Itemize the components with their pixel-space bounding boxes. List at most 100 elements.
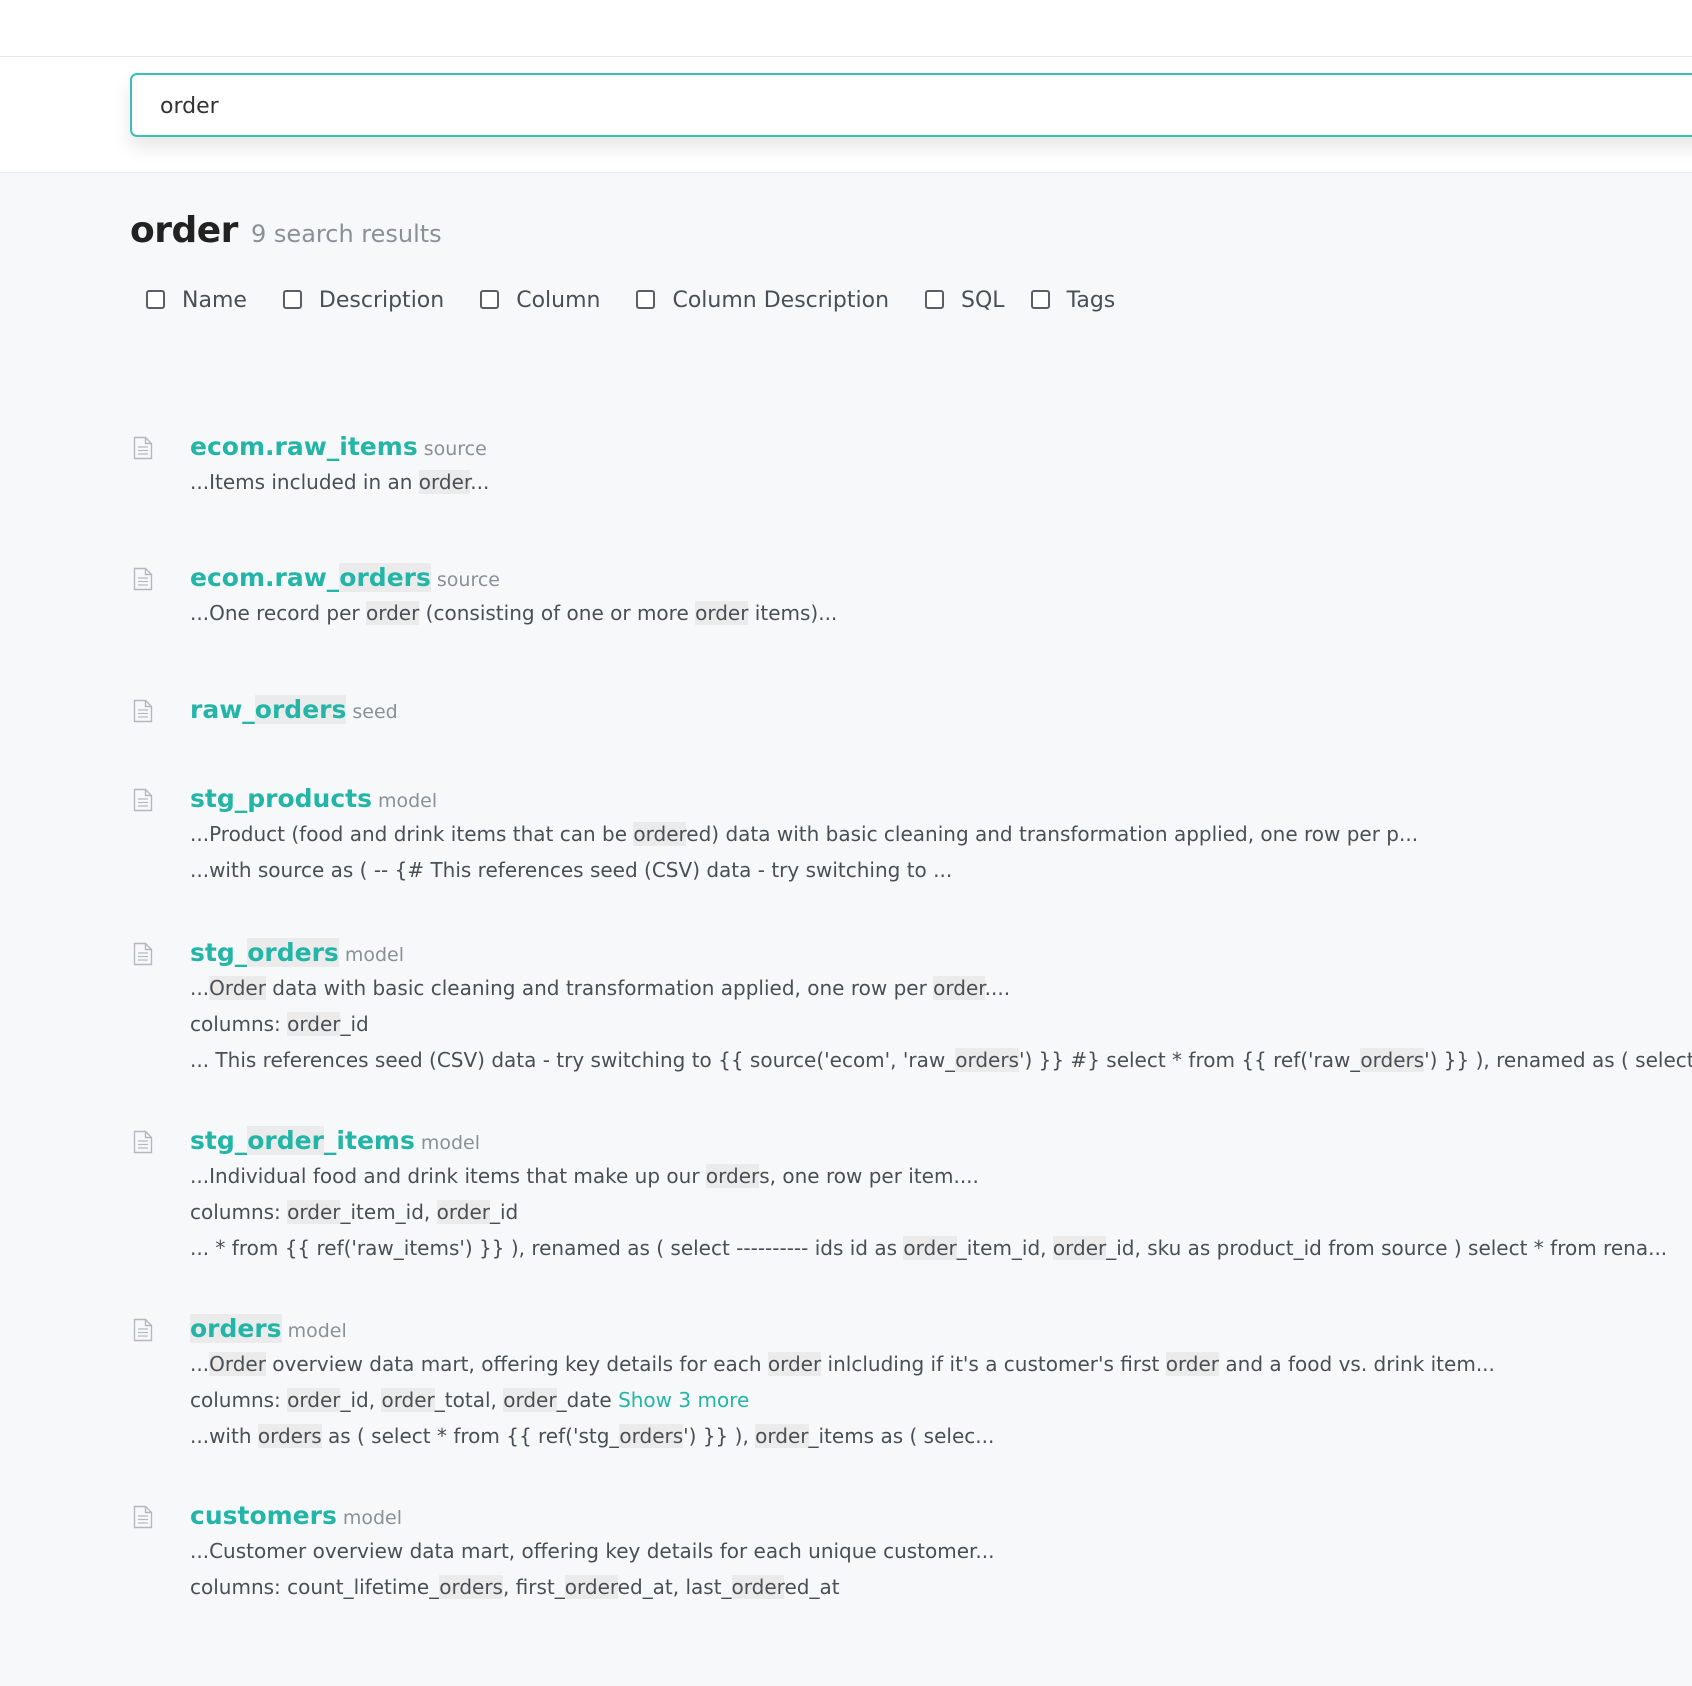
result-snippet: ... * from {{ ref('raw_items') }} ), ren… bbox=[190, 1230, 1670, 1266]
snippet-text: _items as ( selec... bbox=[808, 1424, 995, 1448]
result-title-link[interactable]: stg_products bbox=[190, 784, 372, 813]
filter-name[interactable]: Name bbox=[146, 288, 247, 313]
snippet-highlight: order bbox=[731, 1575, 785, 1599]
show-more-link[interactable]: Show 3 more bbox=[618, 1388, 749, 1412]
snippet-text: ') }} #} select * from {{ ref('raw_ bbox=[1018, 1048, 1361, 1072]
result-title-line: orders model bbox=[190, 1312, 1670, 1346]
snippet-highlight: order bbox=[1165, 1352, 1220, 1376]
results-count: 9 search results bbox=[251, 220, 442, 248]
snippet-text: ...Product (food and drink items that ca… bbox=[190, 822, 634, 846]
snippet-text: _id, sku as product_id from source ) sel… bbox=[1106, 1236, 1668, 1260]
filter-sql-checkbox[interactable] bbox=[925, 290, 945, 309]
snippet-highlight: order bbox=[436, 1200, 490, 1224]
snippet-text: _id, bbox=[340, 1388, 382, 1412]
snippet-text: and a food vs. drink item... bbox=[1219, 1352, 1495, 1376]
document-icon bbox=[133, 942, 153, 966]
search-result: customers model ...Customer overview data … bbox=[130, 1499, 1670, 1605]
filter-name-label: Name bbox=[182, 288, 247, 313]
snippet-highlight: order bbox=[705, 1164, 760, 1188]
snippet-highlight: order bbox=[287, 1200, 341, 1224]
snippet-text: ...One record per bbox=[190, 601, 366, 625]
results-heading: order 9 search results bbox=[130, 210, 442, 251]
snippet-highlight: order bbox=[1052, 1236, 1107, 1260]
snippet-text: ed_at, last_ bbox=[617, 1575, 732, 1599]
result-title-line: raw_orders seed bbox=[190, 693, 1670, 727]
result-title-link[interactable]: raw_orders bbox=[190, 695, 347, 724]
filter-sql[interactable]: SQL bbox=[925, 288, 1005, 313]
result-title-link[interactable]: orders bbox=[190, 1314, 282, 1343]
snippet-text: ...Items included in an bbox=[190, 470, 419, 494]
search-input[interactable] bbox=[160, 91, 1560, 121]
results-list: ecom.raw_items source ...Items included in… bbox=[130, 430, 1692, 1599]
snippet-highlight: order bbox=[287, 1388, 341, 1412]
snippet-highlight: order bbox=[365, 601, 420, 625]
top-bar bbox=[0, 0, 1692, 57]
filter-bar: Name Description Column Column Descripti… bbox=[146, 288, 1151, 313]
filter-tags-checkbox[interactable] bbox=[1030, 290, 1050, 309]
result-snippet: ...Order overview data mart, offering ke… bbox=[190, 1346, 1670, 1382]
filter-description-checkbox[interactable] bbox=[282, 290, 302, 309]
snippet-text: (consisting of one or more bbox=[419, 601, 696, 625]
snippet-text: _item_id, bbox=[956, 1236, 1053, 1260]
snippet-text: columns: count_lifetime_ bbox=[190, 1575, 440, 1599]
filter-name-checkbox[interactable] bbox=[146, 290, 165, 309]
filter-tags[interactable]: Tags bbox=[1030, 288, 1115, 313]
snippet-highlight: Order bbox=[209, 1352, 266, 1376]
filter-column-description[interactable]: Column Description bbox=[636, 288, 889, 313]
result-title-link[interactable]: stg_order_items bbox=[190, 1126, 415, 1155]
result-title-text: ecom.raw_items bbox=[190, 432, 418, 461]
result-type: seed bbox=[352, 701, 398, 723]
document-icon bbox=[133, 436, 153, 460]
result-snippet: columns: order_item_id, order_id bbox=[190, 1194, 1670, 1230]
filter-column-description-label: Column Description bbox=[672, 288, 890, 313]
snippet-text: ...with source as ( -- {# This reference… bbox=[190, 858, 953, 882]
snippet-text: inlcluding if it's a customer's first bbox=[821, 1352, 1166, 1376]
search-box[interactable] bbox=[130, 73, 1692, 137]
snippet-text: data with basic cleaning and transformat… bbox=[265, 976, 934, 1000]
snippet-highlight: orders bbox=[619, 1424, 684, 1448]
snippet-text: _item_id, bbox=[340, 1200, 437, 1224]
result-type: source bbox=[436, 569, 500, 591]
result-snippet: ...Customer overview data mart, offering… bbox=[190, 1533, 1670, 1569]
snippet-highlight: order bbox=[767, 1352, 822, 1376]
result-title-link[interactable]: customers bbox=[190, 1501, 337, 1530]
result-title-link[interactable]: stg_orders bbox=[190, 938, 339, 967]
snippet-text: ...Customer overview data mart, offering… bbox=[190, 1539, 995, 1563]
filter-column-checkbox[interactable] bbox=[480, 290, 500, 309]
result-type: model bbox=[287, 1320, 347, 1342]
filter-column[interactable]: Column bbox=[480, 288, 600, 313]
result-snippet: ...Individual food and drink items that … bbox=[190, 1158, 1670, 1194]
snippet-text: ...Individual food and drink items that … bbox=[190, 1164, 706, 1188]
snippet-text: overview data mart, offering key details… bbox=[265, 1352, 768, 1376]
search-result: orders model ...Order overview data mart, … bbox=[130, 1312, 1670, 1454]
result-title-link[interactable]: ecom.raw_orders bbox=[190, 563, 431, 592]
search-result: stg_products model ...Product (food and dr… bbox=[130, 782, 1670, 888]
result-snippet: ...with source as ( -- {# This reference… bbox=[190, 852, 1670, 888]
snippet-highlight: order bbox=[633, 822, 687, 846]
snippet-highlight: order bbox=[695, 601, 749, 625]
result-snippet: ...with orders as ( select * from {{ ref… bbox=[190, 1418, 1670, 1454]
filter-column-label: Column bbox=[516, 288, 601, 313]
result-snippet: ...Order data with basic cleaning and tr… bbox=[190, 970, 1670, 1006]
result-title-link[interactable]: ecom.raw_items bbox=[190, 432, 418, 461]
snippet-highlight: order bbox=[903, 1236, 957, 1260]
search-bar-region bbox=[0, 57, 1692, 173]
snippet-text: ') }} ), bbox=[683, 1424, 756, 1448]
result-title-line: customers model bbox=[190, 1499, 1670, 1533]
snippet-highlight: orders bbox=[257, 1424, 322, 1448]
filter-description[interactable]: Description bbox=[282, 288, 445, 313]
result-type: source bbox=[423, 438, 487, 460]
snippet-text: ed) data with basic cleaning and transfo… bbox=[686, 822, 1419, 846]
snippet-highlight: order bbox=[564, 1575, 618, 1599]
search-result: ecom.raw_orders source ...One record per o… bbox=[130, 561, 1670, 631]
snippet-text: ed_at bbox=[784, 1575, 840, 1599]
snippet-text: .... bbox=[984, 976, 1011, 1000]
search-query-title: order bbox=[130, 210, 238, 251]
filter-column-description-checkbox[interactable] bbox=[636, 290, 656, 309]
result-snippet: columns: count_lifetime_orders, first_or… bbox=[190, 1569, 1670, 1605]
snippet-text: s, one row per item.... bbox=[759, 1164, 979, 1188]
filter-description-label: Description bbox=[318, 288, 445, 313]
result-snippet: ...Items included in an order... bbox=[190, 464, 1670, 500]
snippet-text: , first_ bbox=[502, 1575, 565, 1599]
search-result: stg_orders model ...Order data with basic … bbox=[130, 936, 1692, 1078]
